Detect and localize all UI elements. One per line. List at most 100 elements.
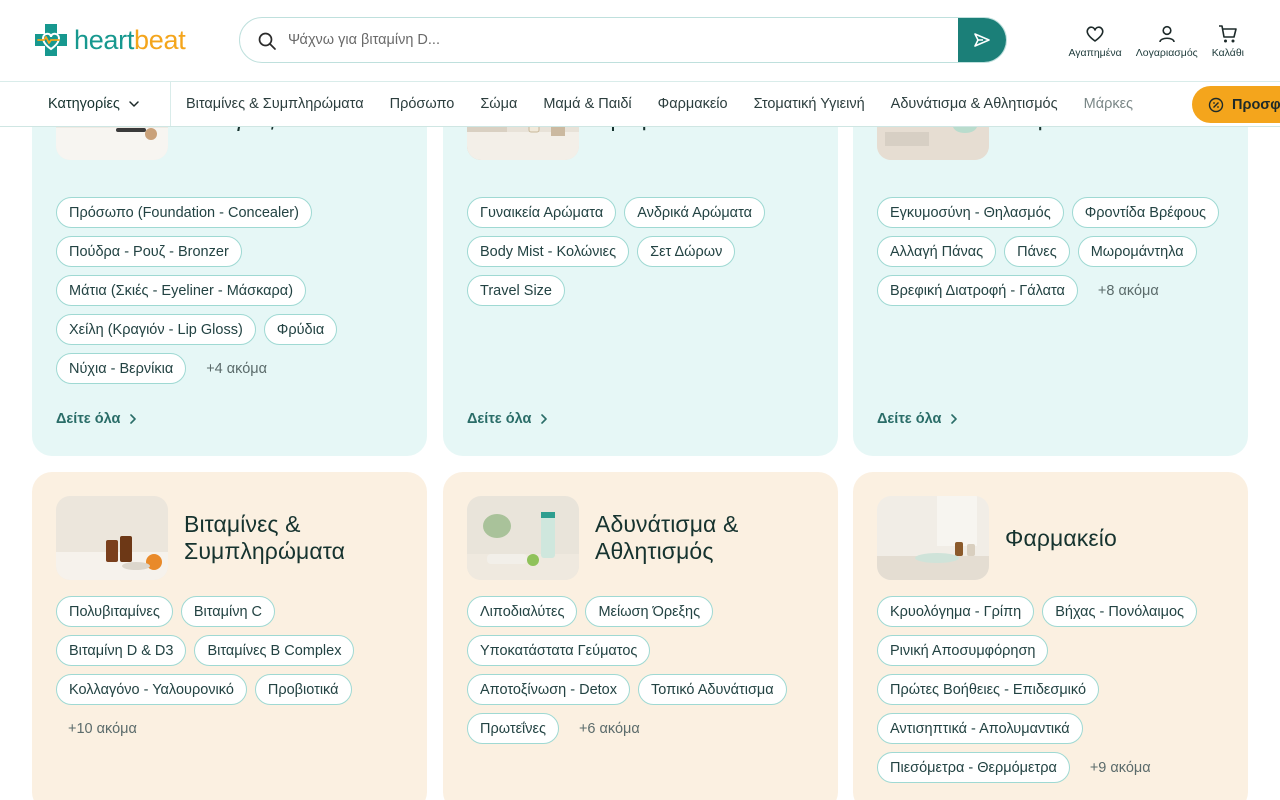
- logo-text: heartbeat: [74, 24, 186, 55]
- cart-button[interactable]: Καλάθι: [1212, 24, 1244, 59]
- search-bar: [239, 17, 1007, 63]
- category-tag[interactable]: Κρυολόγημα - Γρίπη: [877, 596, 1035, 627]
- category-tag[interactable]: Travel Size: [467, 275, 565, 306]
- nav-link-oral-hygiene[interactable]: Στοματική Υγιεινή: [754, 96, 865, 112]
- category-tag[interactable]: Πάνες: [1004, 236, 1070, 267]
- category-tag[interactable]: Βιταμίνη D & D3: [56, 635, 187, 666]
- tag-list: Εγκυμοσύνη - Θηλασμός Φροντίδα Βρέφους Α…: [877, 197, 1227, 306]
- card-header: Φαρμακείο: [877, 496, 1224, 580]
- offers-label: Προσφο: [1232, 96, 1280, 113]
- send-icon: [974, 33, 990, 47]
- category-card-makeup: Μακιγιάζ Πρόσωπο (Foundation - Concealer…: [32, 76, 427, 456]
- category-card-mother-child: Μαμά & Παιδί Εγκυμοσύνη - Θηλασμός Φροντ…: [853, 76, 1248, 456]
- categories-dropdown[interactable]: Κατηγορίες: [48, 82, 140, 126]
- search-icon: [258, 32, 276, 50]
- site-header: heartbeat Αγαπημένα Λογαριασμός Καλάθι: [0, 0, 1280, 81]
- category-tag[interactable]: Σετ Δώρων: [637, 236, 736, 267]
- account-button[interactable]: Λογαριασμός: [1136, 24, 1198, 59]
- search-input[interactable]: [288, 18, 948, 61]
- search-submit-button[interactable]: [958, 18, 1006, 62]
- logo[interactable]: heartbeat: [32, 22, 186, 58]
- category-tag[interactable]: Πρωτεΐνες: [467, 713, 559, 744]
- category-row-1: Μακιγιάζ Πρόσωπο (Foundation - Concealer…: [32, 76, 1248, 456]
- category-tag[interactable]: Body Mist - Κολώνιες: [467, 236, 630, 267]
- heart-icon: [1086, 26, 1104, 42]
- category-tag[interactable]: Πρόσωπο (Foundation - Concealer): [56, 197, 312, 228]
- more-link[interactable]: +9 ακόμα: [1078, 752, 1163, 783]
- category-tag[interactable]: Τοπικό Αδυνάτισμα: [637, 674, 787, 705]
- categories-label: Κατηγορίες: [48, 96, 120, 112]
- category-tag[interactable]: Βήχας - Πονόλαιμος: [1042, 596, 1198, 627]
- nav-link-mother-child[interactable]: Μαμά & Παιδί: [543, 96, 631, 112]
- see-all-link[interactable]: Δείτε όλα: [467, 411, 549, 427]
- category-tag[interactable]: Αποτοξίνωση - Detox: [467, 674, 630, 705]
- chevron-right-icon: [130, 414, 137, 424]
- category-card-perfumes: Αρώματα Γυναικεία Αρώματα Ανδρικά Αρώματ…: [443, 76, 838, 456]
- nav-link-brands[interactable]: Μάρκες: [1084, 96, 1133, 112]
- nav-divider: [170, 82, 171, 126]
- category-tag[interactable]: Προβιοτικά: [254, 674, 352, 705]
- category-tag[interactable]: Μείωση Όρεξης: [585, 596, 714, 627]
- category-tag[interactable]: Χείλη (Κραγιόν - Lip Gloss): [56, 314, 256, 345]
- card-title[interactable]: Φαρμακείο: [1005, 525, 1117, 552]
- card-title[interactable]: Αδυνάτισμα & Αθλητισμός: [595, 511, 814, 565]
- category-tag[interactable]: Φροντίδα Βρέφους: [1071, 197, 1220, 228]
- more-link[interactable]: +4 ακόμα: [194, 353, 279, 384]
- category-image-slimming-sports[interactable]: [467, 496, 579, 580]
- nav-link-slimming-sports[interactable]: Αδυνάτισμα & Αθλητισμός: [891, 96, 1058, 112]
- category-tag[interactable]: Πρώτες Βοήθειες - Επιδεσμικό: [877, 674, 1100, 705]
- category-image-pharmacy[interactable]: [877, 496, 989, 580]
- nav-link-face[interactable]: Πρόσωπο: [390, 96, 455, 112]
- nav-link-vitamins[interactable]: Βιταμίνες & Συμπληρώματα: [186, 96, 364, 112]
- card-title[interactable]: Βιταμίνες & Συμπληρώματα: [184, 511, 403, 565]
- category-tag[interactable]: Μάτια (Σκιές - Eyeliner - Μάσκαρα): [56, 275, 307, 306]
- category-tag[interactable]: Πούδρα - Ρουζ - Bronzer: [56, 236, 242, 267]
- card-header: Αδυνάτισμα & Αθλητισμός: [467, 496, 814, 580]
- category-tag[interactable]: Λιποδιαλύτες: [467, 596, 578, 627]
- tag-list: Πρόσωπο (Foundation - Concealer) Πούδρα …: [56, 197, 406, 384]
- category-tag[interactable]: Κολλαγόνο - Υαλουρονικό: [56, 674, 247, 705]
- header-actions: Αγαπημένα Λογαριασμός Καλάθι: [1068, 24, 1244, 59]
- nav-link-pharmacy[interactable]: Φαρμακείο: [658, 96, 728, 112]
- category-tag[interactable]: Νύχια - Βερνίκια: [56, 353, 187, 384]
- offers-button[interactable]: Προσφο: [1192, 86, 1280, 123]
- category-tag[interactable]: Πολυβιταμίνες: [56, 596, 173, 627]
- user-icon: [1158, 25, 1175, 43]
- category-card-vitamins: Βιταμίνες & Συμπληρώματα Πολυβιταμίνες Β…: [32, 472, 427, 800]
- category-tag[interactable]: Βιταμίνες B Complex: [194, 635, 355, 666]
- more-link[interactable]: +8 ακόμα: [1086, 275, 1171, 306]
- category-tag[interactable]: Βρεφική Διατροφή - Γάλατα: [877, 275, 1078, 306]
- page: Μακιγιάζ Πρόσωπο (Foundation - Concealer…: [0, 0, 1280, 800]
- category-image-vitamins[interactable]: [56, 496, 168, 580]
- favorites-label: Αγαπημένα: [1068, 47, 1122, 59]
- category-tag[interactable]: Φρύδια: [263, 314, 338, 345]
- see-all-link[interactable]: Δείτε όλα: [56, 411, 138, 427]
- category-tag[interactable]: Αλλαγή Πάνας: [877, 236, 997, 267]
- more-link[interactable]: +10 ακόμα: [56, 713, 149, 744]
- category-tag[interactable]: Ανδρικά Αρώματα: [624, 197, 765, 228]
- tag-list: Λιποδιαλύτες Μείωση Όρεξης Υποκατάστατα …: [467, 596, 817, 744]
- nav-link-body[interactable]: Σώμα: [480, 96, 517, 112]
- category-tag[interactable]: Μωρομάντηλα: [1077, 236, 1197, 267]
- nav-links: Βιταμίνες & Συμπληρώματα Πρόσωπο Σώμα Μα…: [186, 82, 1133, 126]
- category-tag[interactable]: Εγκυμοσύνη - Θηλασμός: [877, 197, 1064, 228]
- chevron-right-icon: [951, 414, 958, 424]
- category-row-2: Βιταμίνες & Συμπληρώματα Πολυβιταμίνες Β…: [32, 472, 1248, 800]
- favorites-button[interactable]: Αγαπημένα: [1068, 24, 1122, 59]
- cart-label: Καλάθι: [1211, 47, 1244, 59]
- category-tag[interactable]: Γυναικεία Αρώματα: [467, 197, 617, 228]
- main-nav: Κατηγορίες Βιταμίνες & Συμπληρώματα Πρόσ…: [0, 81, 1280, 127]
- see-all-label: Δείτε όλα: [467, 411, 532, 427]
- category-tag[interactable]: Ρινική Αποσυμφόρηση: [877, 635, 1049, 666]
- see-all-link[interactable]: Δείτε όλα: [877, 411, 959, 427]
- chevron-down-icon: [129, 101, 139, 107]
- category-tag[interactable]: Υποκατάστατα Γεύματος: [467, 635, 651, 666]
- category-card-pharmacy: Φαρμακείο Κρυολόγημα - Γρίπη Βήχας - Πον…: [853, 472, 1248, 800]
- category-tag[interactable]: Βιταμίνη C: [180, 596, 276, 627]
- more-link[interactable]: +6 ακόμα: [567, 713, 652, 744]
- category-tag[interactable]: Αντισηπτικά - Απολυμαντικά: [877, 713, 1083, 744]
- card-header: Βιταμίνες & Συμπληρώματα: [56, 496, 403, 580]
- category-tag[interactable]: Πιεσόμετρα - Θερμόμετρα: [877, 752, 1070, 783]
- cart-icon: [1218, 25, 1237, 43]
- account-label: Λογαριασμός: [1135, 47, 1198, 59]
